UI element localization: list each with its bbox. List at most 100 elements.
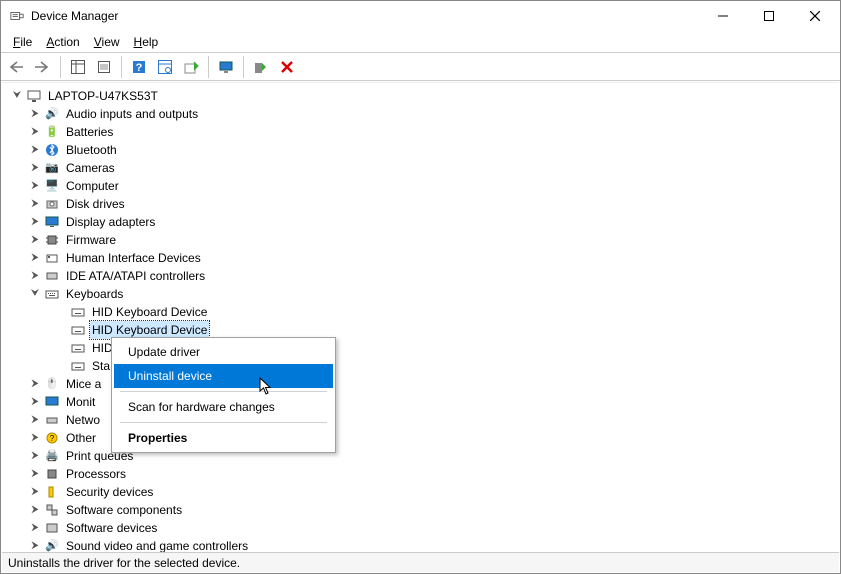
context-properties[interactable]: Properties — [114, 426, 333, 450]
svg-text:?: ? — [50, 434, 55, 443]
category-bluetooth[interactable]: ⮞ Bluetooth — [10, 141, 839, 159]
camera-icon: 📷 — [44, 160, 60, 176]
menu-action[interactable]: Action — [40, 33, 85, 51]
window-title: Device Manager — [31, 9, 118, 23]
category-security[interactable]: ⮞ Security devices — [10, 483, 839, 501]
ide-icon — [44, 268, 60, 284]
chevron-right-icon[interactable]: ⮞ — [28, 197, 42, 211]
svg-text:?: ? — [136, 62, 143, 74]
context-menu: Update driver Uninstall device Scan for … — [111, 337, 336, 453]
context-update-driver[interactable]: Update driver — [114, 340, 333, 364]
chevron-right-icon[interactable]: ⮞ — [28, 413, 42, 427]
category-batteries[interactable]: ⮞ 🔋 Batteries — [10, 123, 839, 141]
keyboard-icon — [44, 286, 60, 302]
chevron-right-icon[interactable]: ⮞ — [28, 125, 42, 139]
display-icon — [44, 214, 60, 230]
category-sound[interactable]: ⮞ 🔊 Sound video and game controllers — [10, 537, 839, 552]
category-hid[interactable]: ⮞ Human Interface Devices — [10, 249, 839, 267]
hid-icon — [44, 250, 60, 266]
network-icon — [44, 412, 60, 428]
category-processors[interactable]: ⮞ Processors — [10, 465, 839, 483]
titlebar: Device Manager — [1, 1, 840, 31]
category-ide[interactable]: ⮞ IDE ATA/ATAPI controllers — [10, 267, 839, 285]
chevron-right-icon[interactable]: ⮞ — [28, 179, 42, 193]
chevron-right-icon[interactable]: ⮞ — [28, 539, 42, 552]
menu-file[interactable]: File — [7, 33, 38, 51]
device-tree[interactable]: ⮟ LAPTOP-U47KS53T ⮞ 🔊 Audio inputs and o… — [2, 83, 839, 552]
chevron-right-icon[interactable]: ⮞ — [28, 107, 42, 121]
chevron-right-icon[interactable]: ⮞ — [28, 251, 42, 265]
pc-icon: 🖥️ — [44, 178, 60, 194]
toolbar: ? — [1, 53, 840, 81]
update-driver-button[interactable] — [179, 55, 203, 79]
toolbar-separator — [208, 56, 209, 78]
chevron-right-icon[interactable]: ⮞ — [28, 143, 42, 157]
category-audio[interactable]: ⮞ 🔊 Audio inputs and outputs — [10, 105, 839, 123]
category-cameras[interactable]: ⮞ 📷 Cameras — [10, 159, 839, 177]
chevron-right-icon[interactable]: ⮞ — [28, 503, 42, 517]
cpu-icon — [44, 466, 60, 482]
toolbar-separator — [60, 56, 61, 78]
properties-button[interactable] — [92, 55, 116, 79]
chevron-right-icon[interactable]: ⮞ — [28, 449, 42, 463]
uninstall-device-button[interactable] — [275, 55, 299, 79]
chevron-right-icon[interactable]: ⮞ — [28, 269, 42, 283]
keyboard-icon — [70, 322, 86, 338]
device-hid-keyboard-1[interactable]: · HID Keyboard Device — [10, 303, 839, 321]
speaker-icon: 🔊 — [44, 106, 60, 122]
sound-icon: 🔊 — [44, 538, 60, 552]
chevron-right-icon[interactable]: ⮞ — [28, 377, 42, 391]
sw-devices-icon — [44, 520, 60, 536]
minimize-button[interactable] — [700, 1, 746, 31]
bluetooth-icon — [44, 142, 60, 158]
chevron-down-icon[interactable]: ⮟ — [10, 89, 24, 103]
maximize-button[interactable] — [746, 1, 792, 31]
context-separator — [120, 391, 327, 392]
monitor-button[interactable] — [214, 55, 238, 79]
other-icon: ? — [44, 430, 60, 446]
toolbar-separator — [243, 56, 244, 78]
close-button[interactable] — [792, 1, 838, 31]
menu-help[interactable]: Help — [128, 33, 165, 51]
menubar: File Action View Help — [1, 31, 840, 53]
computer-icon — [26, 88, 42, 104]
chevron-down-icon[interactable]: ⮟ — [28, 287, 42, 301]
chevron-right-icon[interactable]: ⮞ — [28, 521, 42, 535]
category-computer[interactable]: ⮞ 🖥️ Computer — [10, 177, 839, 195]
keyboard-icon — [70, 340, 86, 356]
chevron-right-icon[interactable]: ⮞ — [28, 215, 42, 229]
back-button[interactable] — [5, 55, 29, 79]
scan-hardware-button[interactable] — [153, 55, 177, 79]
context-scan-hardware[interactable]: Scan for hardware changes — [114, 395, 333, 419]
context-uninstall-device[interactable]: Uninstall device — [114, 364, 333, 388]
status-text: Uninstalls the driver for the selected d… — [8, 556, 240, 570]
enable-device-button[interactable] — [249, 55, 273, 79]
menu-view[interactable]: View — [88, 33, 126, 51]
category-disk-drives[interactable]: ⮞ Disk drives — [10, 195, 839, 213]
chip-icon — [44, 232, 60, 248]
context-separator — [120, 422, 327, 423]
printer-icon: 🖨️ — [44, 448, 60, 464]
app-icon — [9, 8, 25, 24]
status-bar: Uninstalls the driver for the selected d… — [2, 552, 839, 572]
forward-button[interactable] — [31, 55, 55, 79]
keyboard-icon — [70, 304, 86, 320]
toolbar-separator — [121, 56, 122, 78]
help-button[interactable]: ? — [127, 55, 151, 79]
chevron-right-icon[interactable]: ⮞ — [28, 233, 42, 247]
chevron-right-icon[interactable]: ⮞ — [28, 161, 42, 175]
category-display-adapters[interactable]: ⮞ Display adapters — [10, 213, 839, 231]
keyboard-icon — [70, 358, 86, 374]
category-software-components[interactable]: ⮞ Software components — [10, 501, 839, 519]
security-icon — [44, 484, 60, 500]
chevron-right-icon[interactable]: ⮞ — [28, 431, 42, 445]
category-firmware[interactable]: ⮞ Firmware — [10, 231, 839, 249]
chevron-right-icon[interactable]: ⮞ — [28, 485, 42, 499]
chevron-right-icon[interactable]: ⮞ — [28, 395, 42, 409]
tree-root[interactable]: ⮟ LAPTOP-U47KS53T — [10, 87, 839, 105]
category-keyboards[interactable]: ⮟ Keyboards — [10, 285, 839, 303]
show-hide-tree-button[interactable] — [66, 55, 90, 79]
battery-icon: 🔋 — [44, 124, 60, 140]
category-software-devices[interactable]: ⮞ Software devices — [10, 519, 839, 537]
chevron-right-icon[interactable]: ⮞ — [28, 467, 42, 481]
